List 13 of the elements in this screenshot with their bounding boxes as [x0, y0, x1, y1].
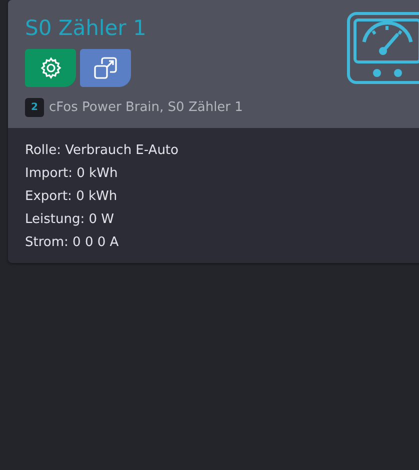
expand-icon: [92, 55, 118, 81]
meter-icon: [347, 12, 419, 84]
settings-icon: [38, 56, 62, 80]
index-badge: 2: [25, 98, 44, 117]
open-button[interactable]: [80, 49, 131, 87]
detail-line: Rolle: Verbrauch E-Auto: [25, 142, 180, 160]
detail-line: Leistung: 0 W: [25, 211, 115, 229]
detail-line: Strom: 0 0 0 A: [25, 234, 120, 252]
detail-line: Export: 0 kWh: [25, 188, 118, 206]
device-path: cFos Power Brain, S0 Zähler 1: [49, 100, 243, 115]
card-title: S0 Zähler 1: [25, 15, 148, 42]
settings-button[interactable]: [25, 49, 76, 87]
detail-line: Import: 0 kWh: [25, 165, 119, 183]
